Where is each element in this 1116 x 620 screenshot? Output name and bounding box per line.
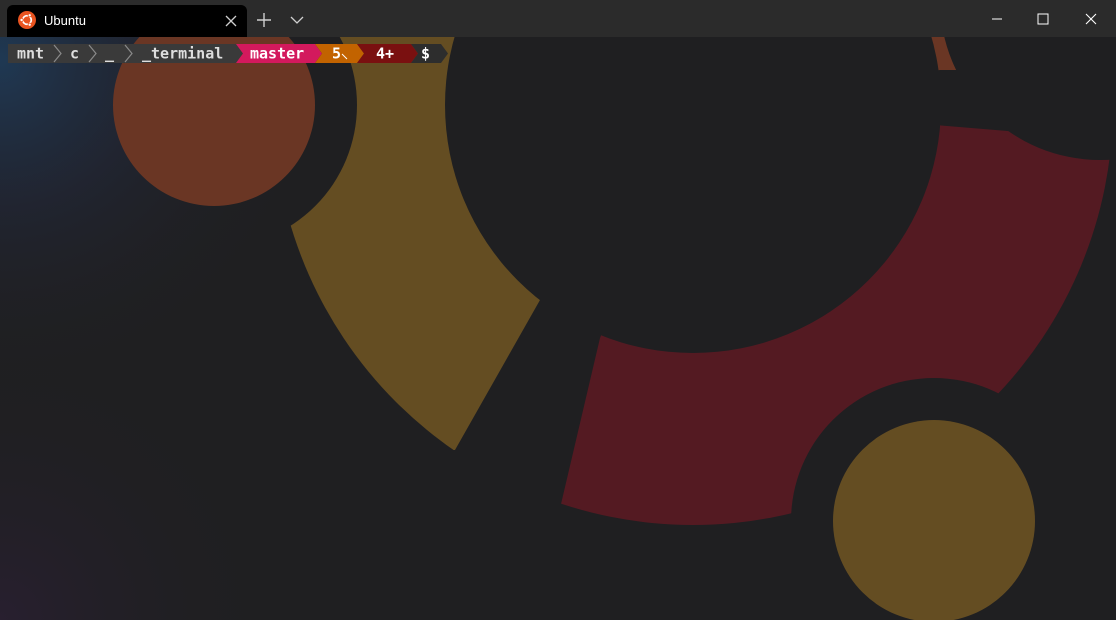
- path-segment: _terminal: [142, 45, 223, 63]
- git-staged-count: 4+: [376, 45, 394, 63]
- terminal-window: Ubuntu mnt c _ _terminal master 5 4+ $: [0, 0, 1116, 620]
- maximize-button[interactable]: [1020, 0, 1066, 37]
- minimize-icon: [992, 18, 1002, 19]
- powerline-prompt: mnt c _ _terminal master 5 4+ $: [8, 44, 448, 63]
- prompt-line: mnt c _ _terminal master 5 4+ $: [8, 44, 453, 63]
- title-bar: Ubuntu: [0, 0, 1116, 37]
- plus-icon[interactable]: [255, 11, 273, 29]
- chevron-down-icon[interactable]: [289, 13, 305, 27]
- close-icon[interactable]: [223, 13, 239, 29]
- path-segment: _: [105, 45, 115, 63]
- maximize-icon: [1037, 13, 1049, 24]
- ubuntu-logo-icon: [18, 11, 36, 29]
- tab-title: Ubuntu: [44, 13, 86, 28]
- ubuntu-background-image: [0, 37, 1116, 620]
- git-branch: master: [250, 45, 304, 63]
- minimize-button[interactable]: [974, 0, 1020, 37]
- prompt-symbol: $: [421, 45, 430, 63]
- tab-ubuntu[interactable]: Ubuntu: [7, 5, 247, 37]
- close-window-button[interactable]: [1066, 0, 1116, 37]
- terminal-area[interactable]: mnt c _ _terminal master 5 4+ $: [0, 37, 1116, 620]
- path-segment: c: [70, 45, 79, 63]
- path-segment: mnt: [17, 45, 44, 63]
- git-modified-count: 5: [332, 45, 341, 63]
- close-icon: [1085, 13, 1097, 24]
